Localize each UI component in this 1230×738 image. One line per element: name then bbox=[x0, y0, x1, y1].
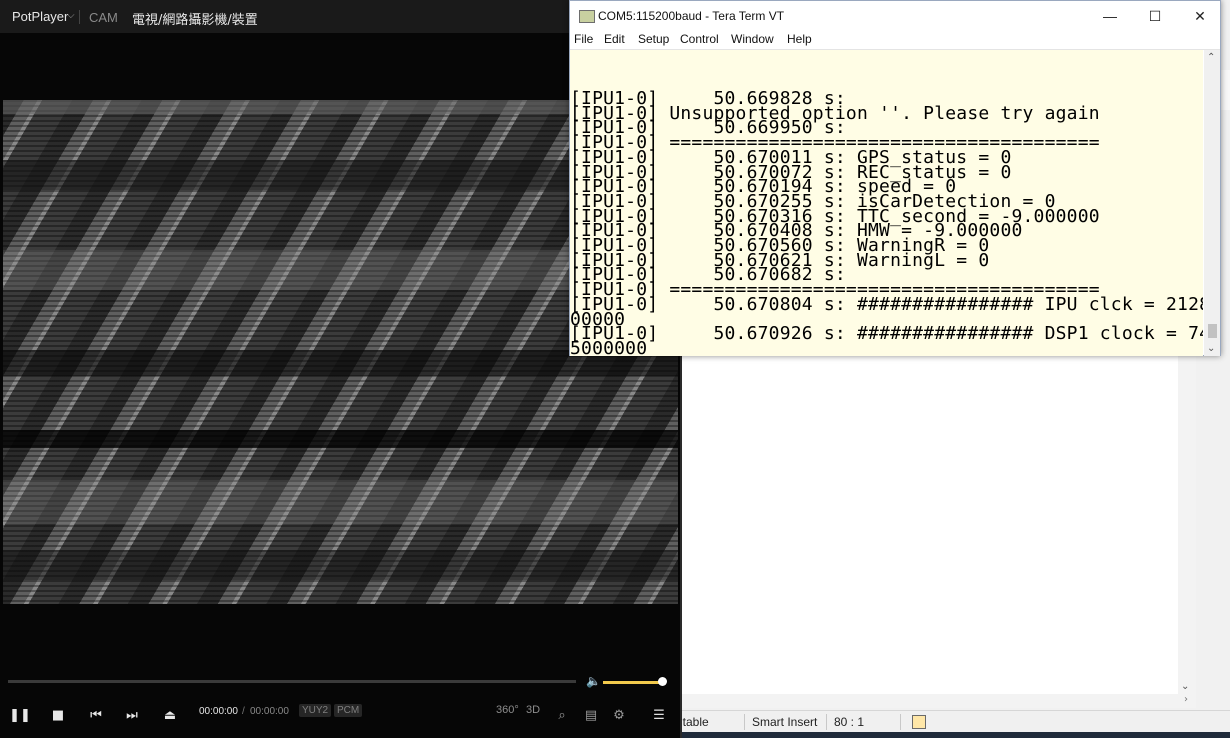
editor-status-bar: itable Smart Insert 80 : 1 bbox=[678, 710, 1230, 733]
teraterm-menu-bar: File Edit Setup Control Window Help bbox=[570, 31, 1220, 50]
stop-icon[interactable]: ■ bbox=[46, 704, 70, 728]
terminal-lines: [IPU1-0] 50.669828 s: [IPU1-0] Unsupport… bbox=[570, 90, 1203, 357]
scroll-up-arrow-icon[interactable]: ⌃ bbox=[1207, 52, 1215, 63]
volume-icon[interactable]: 🔈 bbox=[586, 674, 601, 688]
minimize-icon[interactable]: — bbox=[1088, 1, 1132, 31]
menu-edit[interactable]: Edit bbox=[604, 32, 625, 46]
status-cursor-position: 80 : 1 bbox=[834, 715, 865, 729]
video-noise-band bbox=[3, 550, 678, 580]
status-mode: itable bbox=[680, 715, 709, 729]
time-current: 00:00:00 bbox=[199, 706, 238, 717]
source-tab-cam[interactable]: CAM bbox=[89, 10, 118, 25]
teraterm-title-bar[interactable]: COM5:115200baud - Tera Term VT — ☐ ✕ bbox=[570, 1, 1220, 31]
settings-gear-icon[interactable]: ⚙ bbox=[607, 704, 631, 728]
zoom-search-icon[interactable]: ⌕ bbox=[550, 704, 574, 728]
window-title: COM5:115200baud - Tera Term VT bbox=[598, 9, 785, 23]
menu-file[interactable]: File bbox=[574, 32, 593, 46]
menu-window[interactable]: Window bbox=[731, 32, 774, 46]
time-total: 00:00:00 bbox=[250, 706, 289, 717]
pause-icon[interactable]: ❚❚ bbox=[8, 704, 32, 728]
menu-setup[interactable]: Setup bbox=[638, 32, 669, 46]
terminal-scrollbar[interactable]: ⌃ ⌄ bbox=[1204, 50, 1220, 356]
scrollbar-thumb[interactable] bbox=[1208, 324, 1217, 338]
volume-slider[interactable] bbox=[603, 681, 661, 684]
video-noise-band bbox=[3, 430, 678, 448]
volume-slider-handle[interactable] bbox=[658, 677, 667, 686]
video-format-badge: YUY2 bbox=[299, 704, 332, 717]
device-title: 電視/網路攝影機/裝置 bbox=[132, 13, 258, 28]
teraterm-app-icon[interactable] bbox=[579, 10, 595, 23]
scroll-down-arrow-icon[interactable]: ⌄ bbox=[1207, 343, 1215, 354]
menu-icon[interactable]: ☰ bbox=[647, 704, 671, 728]
menu-help[interactable]: Help bbox=[787, 32, 812, 46]
playlist-icon[interactable]: ▤ bbox=[579, 704, 603, 728]
title-separator bbox=[79, 10, 80, 24]
scroll-down-arrow-icon[interactable]: ⌄ bbox=[1181, 681, 1189, 692]
status-separator bbox=[826, 714, 827, 730]
status-separator bbox=[900, 714, 901, 730]
scroll-right-arrow-icon[interactable]: › bbox=[1184, 694, 1188, 705]
terminal-line: 5000000 bbox=[570, 337, 648, 356]
maximize-icon[interactable]: ☐ bbox=[1133, 1, 1177, 31]
editor-horizontal-scrollbar[interactable]: › bbox=[682, 694, 1196, 708]
terminal-line: [IPU1-0] 50.670804 s: ################ I… bbox=[570, 293, 1203, 315]
editor-vertical-scrollbar[interactable]: ⌄ bbox=[1178, 356, 1196, 694]
playback-controls: ❚❚ ■ ⏮ ⏭ ⏏ 00:00:00 / 00:00:00 YUY2 PCM … bbox=[0, 696, 680, 738]
stereo-3d-button[interactable]: 3D bbox=[526, 704, 540, 716]
previous-icon[interactable]: ⏮ bbox=[84, 704, 108, 728]
eject-icon[interactable]: ⏏ bbox=[158, 704, 182, 728]
terminal-output[interactable]: [IPU1-0] 50.669828 s: [IPU1-0] Unsupport… bbox=[570, 50, 1203, 356]
status-folder-icon[interactable] bbox=[912, 715, 926, 729]
seek-bar[interactable] bbox=[8, 680, 576, 683]
menu-control[interactable]: Control bbox=[680, 32, 719, 46]
taskbar-strip bbox=[678, 732, 1230, 738]
audio-format-badge: PCM bbox=[334, 704, 363, 717]
teraterm-window: COM5:115200baud - Tera Term VT — ☐ ✕ Fil… bbox=[569, 0, 1221, 356]
status-insert-mode[interactable]: Smart Insert bbox=[752, 715, 817, 729]
video-noise-band bbox=[3, 480, 678, 524]
terminal-line: [IPU1-0] 50.670926 s: ################ D… bbox=[570, 323, 1203, 345]
time-separator: / bbox=[242, 706, 245, 717]
status-separator bbox=[744, 714, 745, 730]
vr-360-button[interactable]: 360° bbox=[496, 704, 519, 716]
chevron-down-icon[interactable]: ⌵ bbox=[67, 10, 75, 21]
next-icon[interactable]: ⏭ bbox=[120, 704, 144, 728]
editor-document-area[interactable] bbox=[682, 356, 1179, 694]
close-icon[interactable]: ✕ bbox=[1178, 1, 1222, 31]
potplayer-logo[interactable]: PotPlayer bbox=[12, 9, 68, 24]
